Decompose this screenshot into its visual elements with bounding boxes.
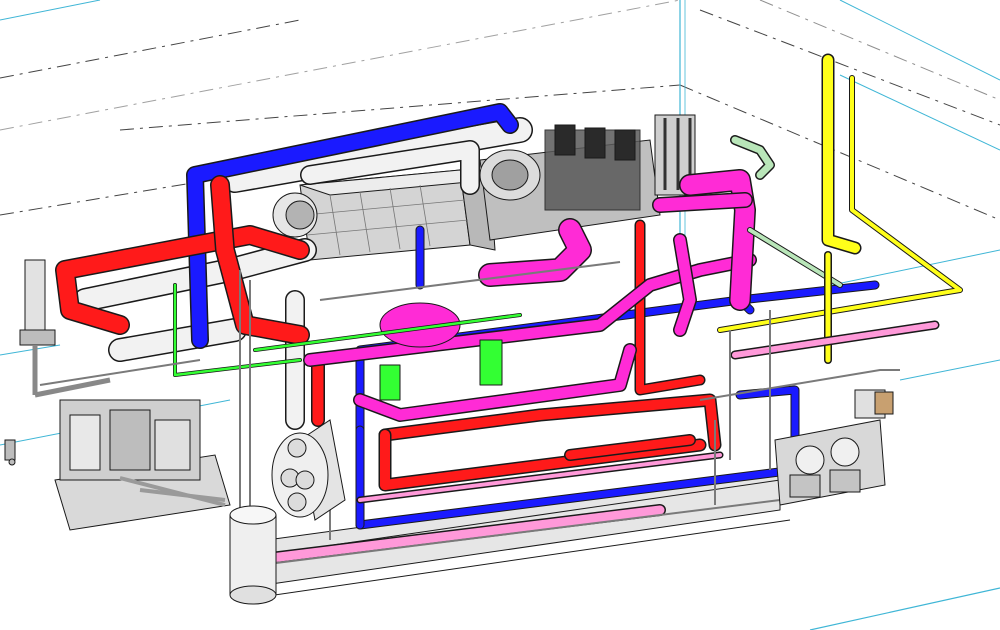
horizontal-receiver	[271, 419, 346, 521]
plant-model-drawing	[0, 0, 1000, 630]
left-edge-fitting	[4, 439, 16, 466]
vertical-tank	[229, 505, 277, 605]
electrical-cabinet	[854, 389, 894, 419]
cad-3d-view	[0, 0, 1000, 630]
